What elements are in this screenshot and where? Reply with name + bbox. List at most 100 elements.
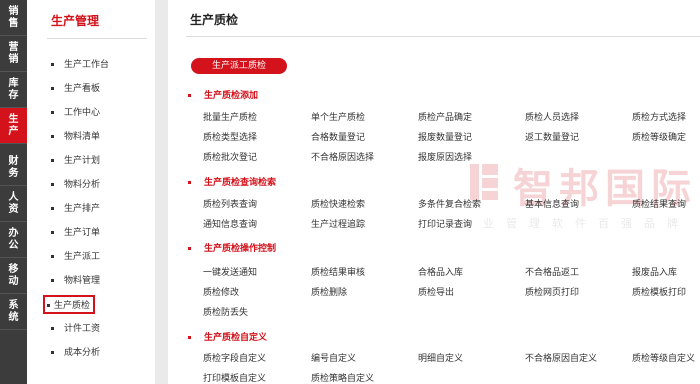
section-qc-search: 生产质检查询检索 质检列表查询 质检快速检索 多条件复合检索 基本信息查询 质检…: [188, 176, 686, 230]
function-link[interactable]: 报废原因选择: [418, 150, 472, 163]
bullet-icon: [51, 351, 54, 354]
rail-item-finance[interactable]: 财务: [0, 150, 27, 186]
bullet-icon: [51, 279, 54, 282]
function-link[interactable]: 合格品入库: [418, 265, 463, 278]
function-link[interactable]: 合格数量登记: [311, 130, 365, 143]
function-link[interactable]: 不合格原因自定义: [525, 351, 597, 364]
function-link[interactable]: 打印记录查询: [418, 217, 472, 230]
function-link[interactable]: 不合格品返工: [525, 265, 579, 278]
module-rail: 销售 营销 库存 生产 财务 人资 办公 移动 系统: [0, 0, 27, 384]
bullet-icon: [51, 207, 54, 210]
sidebar-item[interactable]: 生产订单: [51, 225, 100, 238]
bullet-icon: [51, 135, 54, 138]
function-link[interactable]: 质检人员选择: [525, 110, 579, 123]
function-link[interactable]: 质检删除: [311, 285, 347, 298]
function-link[interactable]: 质检结果查询: [632, 197, 686, 210]
dispatch-qc-button[interactable]: 生产派工质检: [191, 58, 287, 74]
sidebar-item[interactable]: 物料清单: [51, 129, 100, 142]
function-link[interactable]: 报废品入库: [632, 265, 677, 278]
bullet-icon: [51, 63, 54, 66]
sidebar-item-label: 工作中心: [64, 108, 101, 118]
rail-item-label: 办公: [8, 227, 19, 251]
function-link[interactable]: 基本信息查询: [525, 197, 579, 210]
function-link[interactable]: 批量生产质检: [203, 110, 257, 123]
function-link[interactable]: 质检等级确定: [632, 130, 686, 143]
rail-item-marketing[interactable]: 营销: [0, 36, 27, 72]
rail-item-inventory[interactable]: 库存: [0, 72, 27, 108]
function-link[interactable]: 不合格原因选择: [311, 150, 374, 163]
bullet-icon: [47, 304, 50, 307]
sidebar-item[interactable]: 成本分析: [51, 345, 100, 358]
rail-item-label: 生产: [8, 113, 19, 137]
sidebar-item-label: 物料管理: [64, 276, 101, 286]
sidebar-item-active[interactable]: 生产质检: [43, 295, 96, 314]
sidebar: 生产管理 生产工作台 生产看板 工作中心 物料清单 生产计划 物料分析 生产排产…: [27, 0, 155, 384]
function-link[interactable]: 质检结果审核: [311, 265, 365, 278]
sidebar-item[interactable]: 生产派工: [51, 249, 100, 262]
sidebar-item[interactable]: 生产看板: [51, 81, 100, 94]
function-link[interactable]: 质检防丢失: [203, 305, 248, 318]
sidebar-item[interactable]: 物料分析: [51, 177, 100, 190]
function-link[interactable]: 报废数量登记: [418, 130, 472, 143]
sidebar-item[interactable]: 生产计划: [51, 153, 100, 166]
main-content: 智邦国际 企业管理软件百强品牌 生产质检 生产派工质检 生产质检添加 批量生产质…: [168, 0, 700, 384]
sidebar-item-label: 生产质检: [54, 301, 91, 311]
section-title: 生产质检查询检索: [188, 176, 276, 190]
sidebar-item[interactable]: 计件工资: [51, 321, 100, 334]
section-title: 生产质检自定义: [188, 331, 267, 345]
section-qc-custom: 生产质检自定义 质检字段自定义 编号自定义 明细自定义 不合格原因自定义 质检等…: [188, 331, 695, 384]
function-link[interactable]: 质检列表查询: [203, 197, 257, 210]
bullet-icon: [51, 159, 54, 162]
function-link[interactable]: 返工数量登记: [525, 130, 579, 143]
rail-item-sales[interactable]: 销售: [0, 0, 27, 36]
sidebar-item-label: 生产排产: [64, 204, 101, 214]
function-link[interactable]: 质检模板打印: [632, 285, 686, 298]
sidebar-item-label: 成本分析: [64, 348, 101, 358]
function-link[interactable]: 生产过程追踪: [311, 217, 365, 230]
function-link[interactable]: 质检修改: [203, 285, 239, 298]
function-link[interactable]: 多条件复合检索: [418, 197, 481, 210]
function-link[interactable]: 通知信息查询: [203, 217, 257, 230]
function-link[interactable]: 打印模板自定义: [203, 371, 266, 384]
rail-item-production[interactable]: 生产: [0, 108, 27, 144]
rail-item-mobile[interactable]: 移动: [0, 258, 27, 294]
section-title: 生产质检添加: [188, 89, 258, 103]
function-link[interactable]: 质检字段自定义: [203, 351, 266, 364]
function-link[interactable]: 质检快速检索: [311, 197, 365, 210]
sidebar-title: 生产管理: [51, 14, 100, 28]
function-link[interactable]: 质检产品确定: [418, 110, 472, 123]
rail-item-label: 移动: [8, 263, 19, 287]
function-link[interactable]: 一键发送通知: [203, 265, 257, 278]
panel-divider: [155, 0, 168, 384]
sidebar-item-label: 计件工资: [64, 324, 101, 334]
sidebar-item-label: 物料清单: [64, 132, 101, 142]
sidebar-divider: [47, 38, 147, 39]
function-link[interactable]: 质检等级自定义: [632, 351, 695, 364]
function-link[interactable]: 质检批次登记: [203, 150, 257, 163]
function-link[interactable]: 质检网页打印: [525, 285, 579, 298]
function-link[interactable]: 单个生产质检: [311, 110, 365, 123]
rail-item-label: 系统: [8, 299, 19, 323]
rail-item-hr[interactable]: 人资: [0, 186, 27, 222]
rail-item-system[interactable]: 系统: [0, 294, 27, 330]
page-title: 生产质检: [190, 13, 239, 27]
function-link[interactable]: 质检策略自定义: [311, 371, 374, 384]
title-divider: [186, 36, 700, 37]
section-title: 生产质检操作控制: [188, 242, 276, 256]
sidebar-item[interactable]: 工作中心: [51, 105, 100, 118]
sidebar-item[interactable]: 物料管理: [51, 273, 100, 286]
function-link[interactable]: 质检类型选择: [203, 130, 257, 143]
sidebar-item[interactable]: 生产排产: [51, 201, 100, 214]
rail-item-label: 财务: [8, 155, 19, 179]
function-link[interactable]: 明细自定义: [418, 351, 463, 364]
sidebar-item-label: 生产计划: [64, 156, 101, 166]
function-link[interactable]: 质检导出: [418, 285, 454, 298]
rail-item-label: 营销: [8, 41, 19, 65]
bullet-icon: [51, 111, 54, 114]
rail-item-office[interactable]: 办公: [0, 222, 27, 258]
function-link[interactable]: 质检方式选择: [632, 110, 686, 123]
sidebar-item[interactable]: 生产工作台: [51, 57, 109, 70]
function-link[interactable]: 编号自定义: [311, 351, 356, 364]
rail-item-label: 人资: [8, 191, 19, 215]
bullet-icon: [51, 231, 54, 234]
